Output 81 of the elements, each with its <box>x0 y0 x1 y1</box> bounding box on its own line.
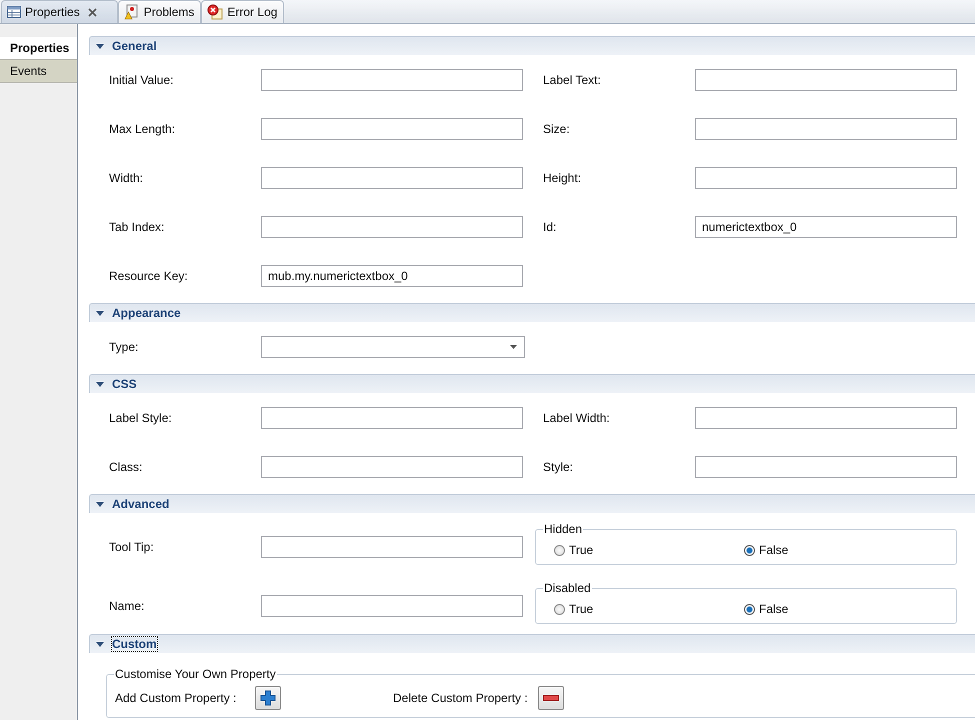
text-field[interactable] <box>261 118 523 140</box>
text-field[interactable] <box>695 118 957 140</box>
expand-triangle-icon[interactable] <box>96 640 104 648</box>
text-field[interactable]: mub.my.numerictextbox_0 <box>261 265 523 287</box>
tab-label: Error Log <box>227 5 278 19</box>
expand-triangle-icon[interactable] <box>96 500 104 508</box>
section-header[interactable]: General <box>89 36 975 55</box>
section-header[interactable]: Custom <box>89 634 975 653</box>
radio-button[interactable] <box>744 544 755 556</box>
close-icon[interactable] <box>88 8 97 16</box>
field-label: Tab Index: <box>109 220 166 234</box>
field-label: Width: <box>109 171 144 185</box>
field-label: Delete Custom Property : <box>393 691 528 705</box>
table-icon <box>7 6 21 18</box>
text-field[interactable] <box>261 69 523 91</box>
expand-triangle-icon[interactable] <box>96 309 104 317</box>
field-label: Initial Value: <box>109 73 174 87</box>
section-title: Custom <box>112 637 157 651</box>
side-tab[interactable]: Properties <box>0 37 77 60</box>
text-field[interactable] <box>261 216 523 238</box>
text-field[interactable] <box>261 456 523 478</box>
minus-icon <box>542 695 559 701</box>
expand-triangle-icon[interactable] <box>96 380 104 388</box>
view-tab[interactable]: Problems <box>118 0 202 23</box>
radio-label: False <box>759 543 788 557</box>
field-label: Id: <box>543 220 558 234</box>
text-field[interactable]: numerictextbox_0 <box>695 216 957 238</box>
text-field[interactable] <box>695 407 957 429</box>
field-label: Height: <box>543 171 582 185</box>
text-field[interactable] <box>261 167 523 189</box>
radio-option[interactable]: True <box>554 543 594 557</box>
text-field[interactable] <box>261 595 523 617</box>
field-label: Max Length: <box>109 122 176 136</box>
text-field[interactable] <box>695 69 957 91</box>
field-label: Size: <box>543 122 571 136</box>
radio-option[interactable]: True <box>554 602 594 616</box>
delete-button[interactable] <box>538 686 564 710</box>
dropdown-arrow-icon[interactable] <box>510 345 517 349</box>
expand-triangle-icon[interactable] <box>96 42 104 50</box>
section-title: CSS <box>112 377 137 391</box>
plus-icon <box>260 690 276 706</box>
field-label: Tool Tip: <box>109 540 155 554</box>
field-label: Resource Key: <box>109 269 189 283</box>
add-button[interactable] <box>255 686 281 710</box>
radio-button[interactable] <box>554 604 565 614</box>
tab-label: Problems <box>144 5 194 19</box>
section-header[interactable]: Advanced <box>89 494 975 513</box>
field-label: Label Text: <box>543 73 602 87</box>
radio-option[interactable]: False <box>744 602 788 616</box>
text-field[interactable] <box>695 456 957 478</box>
group-title: Disabled <box>543 581 592 595</box>
text-field[interactable] <box>695 167 957 189</box>
field-label: Style: <box>543 460 574 474</box>
side-tab[interactable]: Events <box>0 60 77 83</box>
radio-label: True <box>569 602 594 616</box>
error-icon <box>207 4 224 20</box>
field-label: Type: <box>109 340 140 354</box>
text-field[interactable] <box>261 407 523 429</box>
view-tab[interactable]: Properties <box>1 0 118 23</box>
field-label: Add Custom Property : <box>115 691 238 705</box>
radio-label: False <box>759 602 788 616</box>
warning-icon <box>124 4 140 20</box>
radio-option[interactable]: False <box>744 543 788 557</box>
tab-label: Properties <box>25 5 80 19</box>
radio-label: True <box>569 543 594 557</box>
section-title: General <box>112 39 157 53</box>
radio-button[interactable] <box>744 604 755 614</box>
section-title: Advanced <box>112 497 170 511</box>
view-tab[interactable]: Error Log <box>201 0 284 23</box>
group-title: Customise Your Own Property <box>114 667 277 681</box>
field-label: Class: <box>109 460 144 474</box>
field-label: Name: <box>109 599 146 613</box>
field-label: Label Style: <box>109 411 173 425</box>
section-title: Appearance <box>112 306 181 320</box>
text-field[interactable] <box>261 536 523 558</box>
field-label: Label Width: <box>543 411 611 425</box>
radio-button[interactable] <box>554 544 565 556</box>
dropdown-field[interactable] <box>261 336 525 358</box>
section-header[interactable]: CSS <box>89 374 975 393</box>
section-header[interactable]: Appearance <box>89 303 975 322</box>
group-title: Hidden <box>543 522 584 536</box>
